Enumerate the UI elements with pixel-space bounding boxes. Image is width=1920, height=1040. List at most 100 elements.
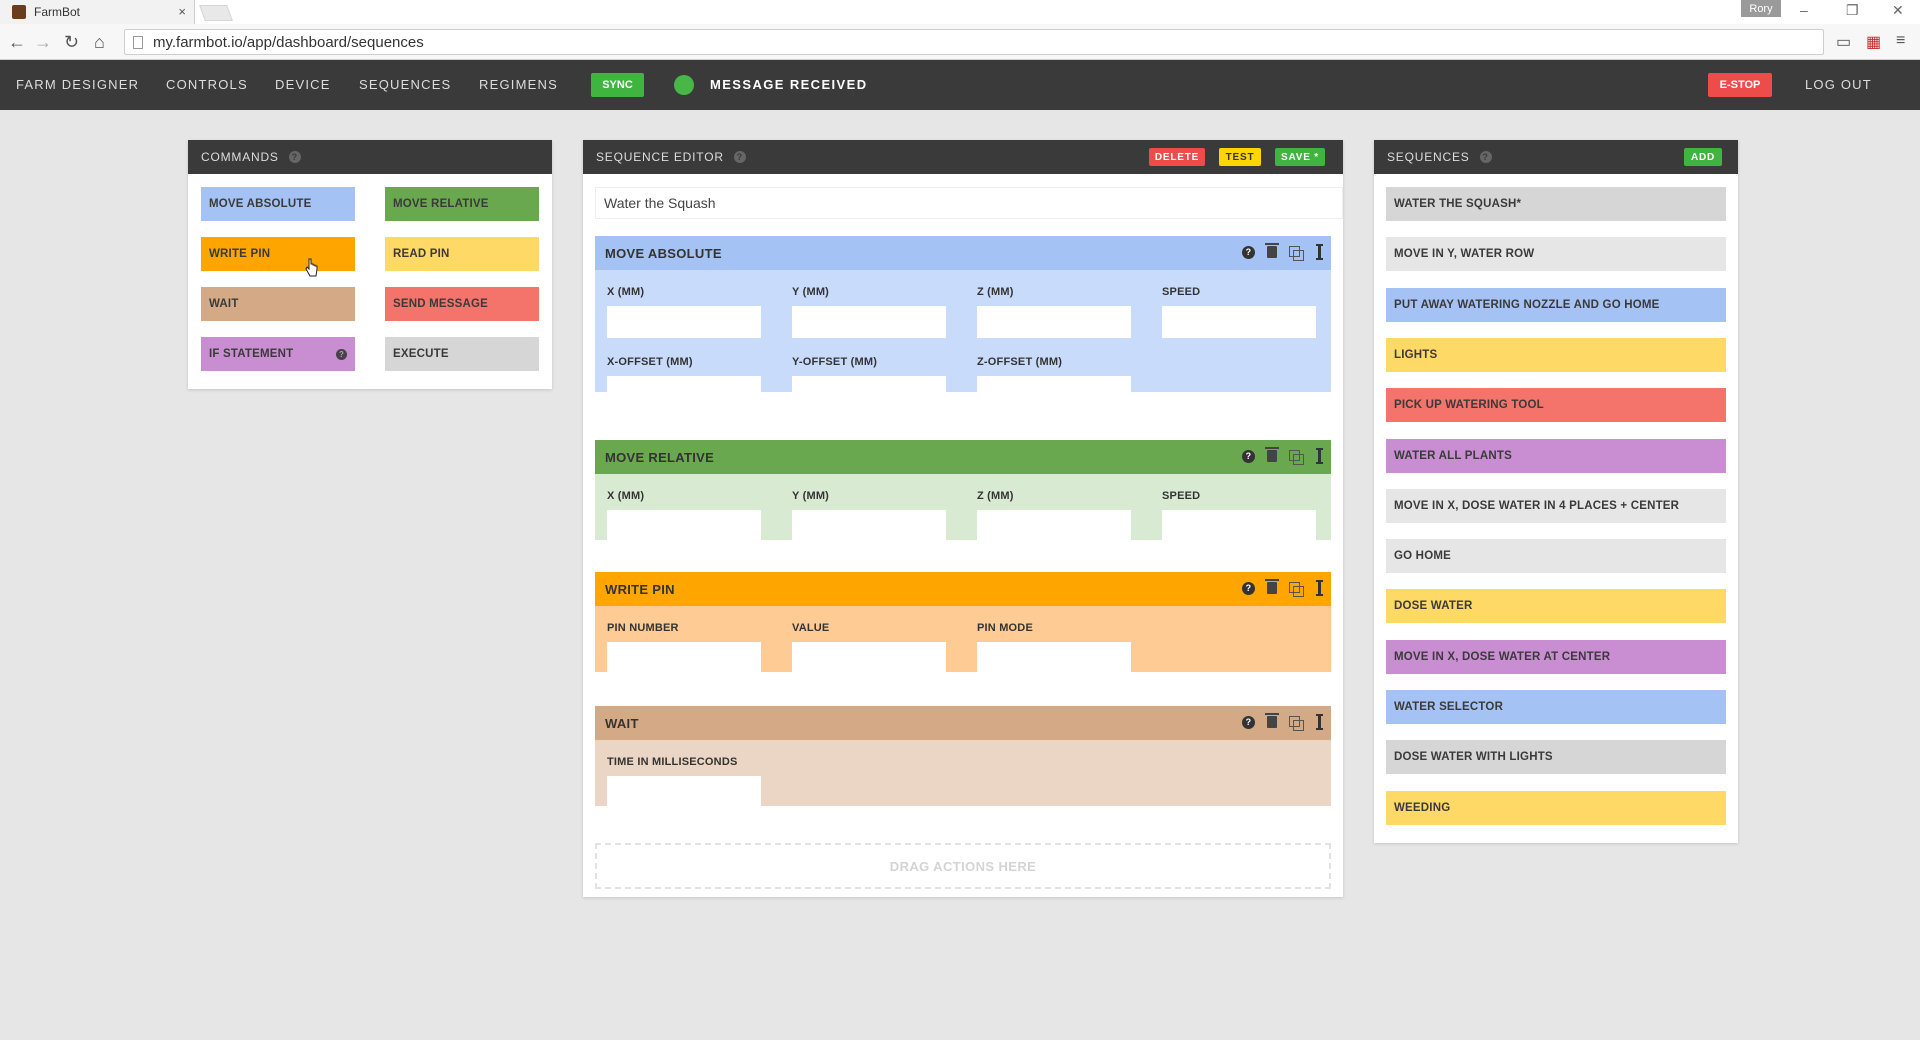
- trash-icon[interactable]: [1265, 447, 1279, 462]
- estop-button[interactable]: E-STOP: [1708, 73, 1772, 97]
- duplicate-icon[interactable]: [1289, 581, 1304, 597]
- command-write-pin[interactable]: WRITE PIN: [201, 237, 355, 271]
- sequence-item[interactable]: PICK UP WATERING TOOL: [1386, 388, 1726, 423]
- nav-regimens[interactable]: REGIMENS: [479, 77, 558, 92]
- field-input[interactable]: [607, 776, 761, 808]
- command-label: SEND MESSAGE: [393, 298, 489, 310]
- delete-button[interactable]: DELETE: [1149, 148, 1205, 166]
- save-button[interactable]: SAVE *: [1275, 148, 1325, 166]
- extension-icon[interactable]: ▦: [1866, 32, 1881, 52]
- home-icon[interactable]: ⌂: [94, 32, 105, 53]
- sequence-item[interactable]: WATER SELECTOR: [1386, 690, 1726, 724]
- commands-title: COMMANDS: [201, 150, 279, 164]
- sequence-item[interactable]: MOVE IN Y, WATER ROW: [1386, 237, 1726, 272]
- field-input[interactable]: [1162, 510, 1316, 542]
- url-bar[interactable]: my.farmbot.io/app/dashboard/sequences: [124, 29, 1824, 55]
- editor-help-icon[interactable]: ?: [733, 151, 746, 163]
- field-input[interactable]: [607, 510, 761, 542]
- new-tab-button[interactable]: [199, 5, 233, 21]
- sequence-item[interactable]: WATER ALL PLANTS: [1386, 438, 1726, 473]
- nav-sequences[interactable]: SEQUENCES: [359, 77, 451, 92]
- sequences-panel: SEQUENCES ? ADD WATER THE SQUASH* MOVE IN…: [1374, 140, 1738, 843]
- field-input[interactable]: [792, 510, 946, 542]
- field-input[interactable]: [792, 376, 946, 408]
- field-input[interactable]: [977, 306, 1131, 338]
- step-move-absolute: MOVE ABSOLUTE? X (MM) Y (MM) Z (MM) SPEED X-O…: [595, 236, 1331, 408]
- nav-farm-designer[interactable]: FARM DESIGNER: [16, 77, 139, 92]
- nav-controls[interactable]: CONTROLS: [166, 77, 248, 92]
- field-input[interactable]: [977, 642, 1131, 674]
- hand-cursor-icon: [305, 258, 318, 277]
- sequence-item[interactable]: MOVE IN X, DOSE WATER AT CENTER: [1386, 639, 1726, 674]
- command-execute[interactable]: EXECUTE: [385, 337, 539, 371]
- field-input[interactable]: [977, 510, 1131, 542]
- field-input[interactable]: [1162, 306, 1316, 338]
- sequence-name-input[interactable]: [595, 187, 1343, 219]
- command-if-statement[interactable]: IF STATEMENT?: [201, 337, 355, 371]
- step-header[interactable]: WRITE PIN?: [595, 572, 1331, 606]
- forward-icon[interactable]: →: [34, 32, 52, 53]
- profile-badge[interactable]: Rory: [1741, 0, 1781, 17]
- connection-status-dot: [674, 75, 694, 95]
- drag-handle-icon[interactable]: [1316, 714, 1323, 730]
- command-read-pin[interactable]: READ PIN: [385, 237, 539, 271]
- sequence-item[interactable]: WEEDING: [1386, 790, 1726, 825]
- trash-icon[interactable]: [1265, 579, 1279, 594]
- restore-icon[interactable]: ❐: [1846, 2, 1859, 19]
- logout-link[interactable]: LOG OUT: [1805, 77, 1872, 92]
- trash-icon[interactable]: [1265, 713, 1279, 728]
- browser-tab[interactable]: FarmBot ×: [0, 0, 195, 24]
- close-window-icon[interactable]: ✕: [1892, 2, 1904, 19]
- drop-zone[interactable]: DRAG ACTIONS HERE: [595, 843, 1331, 889]
- field-input[interactable]: [792, 306, 946, 338]
- field-input[interactable]: [607, 642, 761, 674]
- command-send-message[interactable]: SEND MESSAGE: [385, 287, 539, 321]
- command-move-absolute[interactable]: MOVE ABSOLUTE: [201, 187, 355, 221]
- duplicate-icon[interactable]: [1289, 715, 1304, 731]
- sequences-help-icon[interactable]: ?: [1479, 151, 1492, 163]
- sequence-label: WATER ALL PLANTS: [1394, 449, 1512, 462]
- sync-button[interactable]: SYNC: [591, 73, 644, 97]
- test-button[interactable]: TEST: [1219, 148, 1261, 166]
- field-input[interactable]: [607, 306, 761, 338]
- sequence-item[interactable]: PUT AWAY WATERING NOZZLE AND GO HOME: [1386, 287, 1726, 322]
- cast-icon[interactable]: ▭: [1836, 32, 1851, 52]
- farmbot-favicon-icon: [12, 5, 26, 19]
- tab-close-icon[interactable]: ×: [178, 4, 186, 19]
- field-input[interactable]: [792, 642, 946, 674]
- add-sequence-button[interactable]: ADD: [1684, 148, 1722, 166]
- commands-help-icon[interactable]: ?: [288, 151, 301, 163]
- trash-icon[interactable]: [1265, 243, 1279, 258]
- field-input[interactable]: [607, 376, 761, 408]
- sequence-item[interactable]: MOVE IN X, DOSE WATER IN 4 PLACES + CENT…: [1386, 488, 1726, 523]
- field-label: VALUE: [792, 622, 830, 634]
- step-help-icon[interactable]: ?: [1242, 581, 1255, 595]
- command-label: MOVE RELATIVE: [393, 198, 489, 210]
- duplicate-icon[interactable]: [1289, 449, 1304, 465]
- minimize-icon[interactable]: –: [1800, 2, 1808, 18]
- back-icon[interactable]: ←: [8, 32, 26, 53]
- sequence-item[interactable]: LIGHTS: [1386, 337, 1726, 372]
- if-statement-help-icon[interactable]: ?: [336, 349, 347, 360]
- drag-handle-icon[interactable]: [1316, 580, 1323, 596]
- command-move-relative[interactable]: MOVE RELATIVE: [385, 187, 539, 221]
- sequence-item[interactable]: GO HOME: [1386, 539, 1726, 574]
- step-header[interactable]: MOVE ABSOLUTE?: [595, 236, 1331, 270]
- nav-device[interactable]: DEVICE: [275, 77, 331, 92]
- step-header[interactable]: WAIT?: [595, 706, 1331, 740]
- step-help-icon[interactable]: ?: [1242, 245, 1255, 259]
- address-toolbar: ← → ↻ ⌂ my.farmbot.io/app/dashboard/sequ…: [0, 24, 1920, 60]
- sequence-item[interactable]: DOSE WATER WITH LIGHTS: [1386, 740, 1726, 775]
- step-header[interactable]: MOVE RELATIVE?: [595, 440, 1331, 474]
- field-input[interactable]: [977, 376, 1131, 408]
- step-help-icon[interactable]: ?: [1242, 449, 1255, 463]
- menu-icon[interactable]: ≡: [1896, 32, 1905, 50]
- duplicate-icon[interactable]: [1289, 245, 1304, 261]
- sequence-item[interactable]: WATER THE SQUASH*: [1386, 187, 1726, 221]
- step-help-icon[interactable]: ?: [1242, 715, 1255, 729]
- sequence-item[interactable]: DOSE WATER: [1386, 589, 1726, 624]
- drag-handle-icon[interactable]: [1316, 244, 1323, 260]
- reload-icon[interactable]: ↻: [64, 32, 79, 53]
- command-wait[interactable]: WAIT: [201, 287, 355, 321]
- drag-handle-icon[interactable]: [1316, 448, 1323, 464]
